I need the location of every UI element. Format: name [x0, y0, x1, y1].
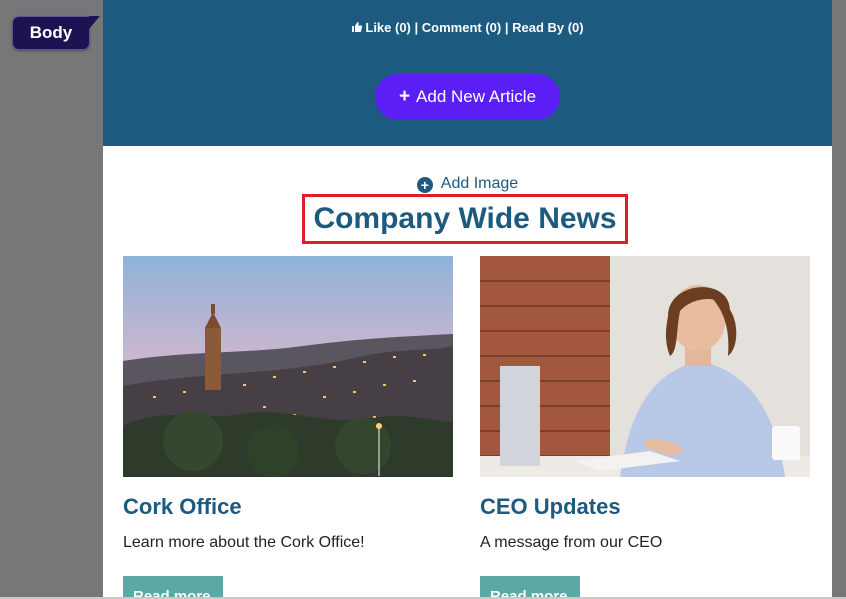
article-card-cork-office: Cork Office Learn more about the Cork Of… — [123, 256, 453, 599]
editor-left-gutter — [0, 0, 103, 599]
separator: | — [410, 20, 422, 35]
card-title[interactable]: Cork Office — [123, 494, 242, 520]
add-image-label: Add Image — [440, 175, 519, 192]
card-title[interactable]: CEO Updates — [480, 494, 621, 520]
article-card-ceo-updates: CEO Updates A message from our CEO Read … — [480, 256, 810, 599]
read-more-button[interactable]: Read more — [480, 576, 580, 599]
plus-circle-icon: + — [416, 177, 433, 193]
section-title-text: Company Wide News — [313, 202, 617, 235]
card-description: Learn more about the Cork Office! — [123, 534, 365, 551]
email-body: Like (0) | Comment (0) | Read By (0) + A… — [103, 0, 832, 599]
separator: | — [501, 20, 513, 35]
editor-right-gutter — [832, 0, 846, 599]
like-link[interactable]: Like (0) — [365, 20, 411, 35]
add-new-article-button[interactable]: + Add New Article — [375, 74, 560, 120]
add-new-article-label: Add New Article — [416, 87, 537, 106]
read-more-button[interactable]: Read more — [123, 576, 223, 599]
ceo-image — [480, 256, 810, 477]
section-title[interactable]: Company Wide News — [302, 194, 628, 244]
plus-icon: + — [398, 86, 411, 107]
body-section-tag[interactable]: Body — [12, 16, 100, 50]
comment-link[interactable]: Comment (0) — [422, 20, 501, 35]
card-description: A message from our CEO — [480, 534, 663, 551]
add-image-button[interactable]: + Add Image — [103, 175, 832, 193]
social-bar: Like (0) | Comment (0) | Read By (0) — [103, 20, 832, 35]
header-band: Like (0) | Comment (0) | Read By (0) + A… — [103, 0, 832, 146]
cork-city-image — [123, 256, 453, 477]
read-by-link[interactable]: Read By (0) — [512, 20, 584, 35]
thumbs-up-icon[interactable] — [351, 21, 363, 33]
